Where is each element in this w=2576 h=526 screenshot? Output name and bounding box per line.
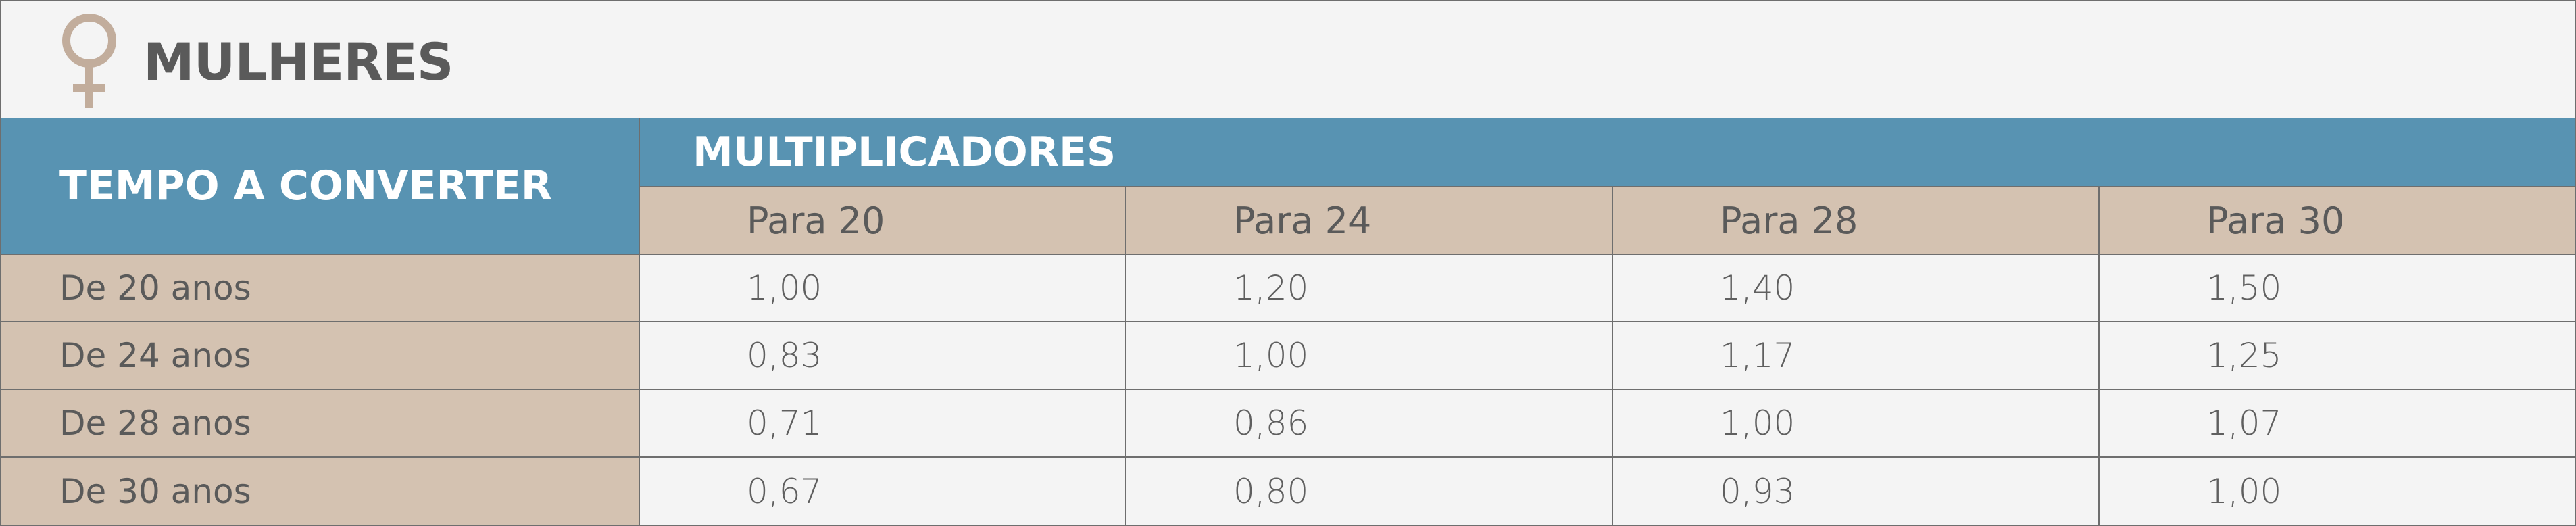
table-cell: 1,40 [1613,255,2100,322]
female-symbol-icon [62,14,116,108]
table-cell: 1,07 [2100,390,2575,458]
group-header: MULTIPLICADORES [640,118,2575,187]
multiplier-table-panel: MULHERES TEMPO A CONVERTER MULTIPLICADOR… [0,0,2576,526]
table-cell: 1,00 [1613,390,2100,458]
row-label: De 28 anos [1,390,640,458]
table-cell: 0,93 [1613,458,2100,525]
table-cell: 1,00 [2100,458,2575,525]
table-cell: 1,25 [2100,322,2575,390]
table-cell: 0,86 [1126,390,1613,458]
table-cell: 1,50 [2100,255,2575,322]
panel-header: MULHERES [1,1,2575,119]
page-title: MULHERES [143,32,453,92]
table-cell: 0,71 [640,390,1126,458]
table-cell: 1,00 [1126,322,1613,390]
table-cell: 0,80 [1126,458,1613,525]
table-cell: 0,67 [640,458,1126,525]
table-cell: 1,17 [1613,322,2100,390]
table-cell: 1,20 [1126,255,1613,322]
column-header: Para 30 [2100,187,2575,255]
conversion-table: TEMPO A CONVERTER MULTIPLICADORES Para 2… [1,118,2575,525]
column-header: Para 28 [1613,187,2100,255]
row-label: De 20 anos [1,255,640,322]
column-header: Para 24 [1126,187,1613,255]
corner-header: TEMPO A CONVERTER [1,118,640,255]
table-cell: 1,00 [640,255,1126,322]
row-label: De 24 anos [1,322,640,390]
column-header: Para 20 [640,187,1126,255]
table-cell: 0,83 [640,322,1126,390]
row-label: De 30 anos [1,458,640,525]
